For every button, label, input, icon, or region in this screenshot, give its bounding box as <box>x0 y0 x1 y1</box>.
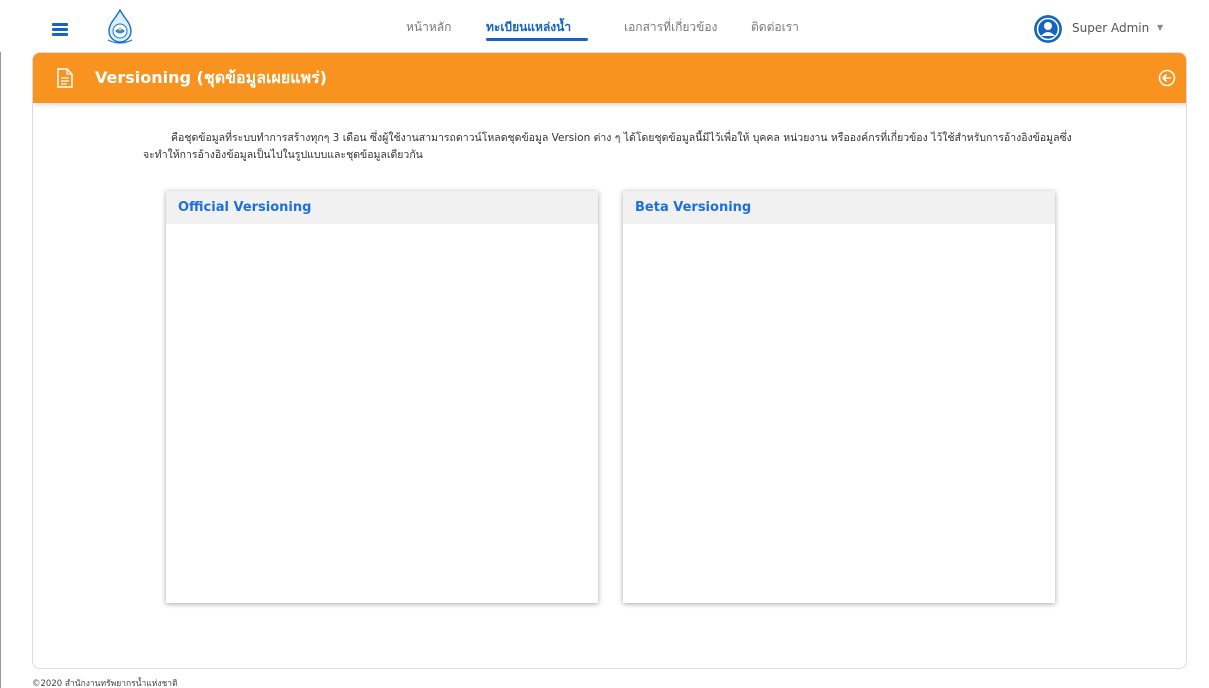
nav-link-documents[interactable]: เอกสารที่เกี่ยวข้อง <box>624 18 717 37</box>
intro-description: คือชุดข้อมูลที่ระบบทำการสร้างทุกๆ 3 เดือ… <box>143 132 1072 161</box>
official-versioning-title: Official Versioning <box>178 200 312 215</box>
nav-link-home[interactable]: หน้าหลัก <box>406 18 451 37</box>
beta-versioning-title: Beta Versioning <box>635 200 752 215</box>
panel-header: Official Versioning <box>166 191 598 224</box>
official-versioning-panel: Official Versioning <box>166 191 598 603</box>
footer-copyright: ©2020 สำนักงานทรัพยากรน้ำแห่งชาติ <box>32 679 178 688</box>
caret-down-icon: ▼ <box>1157 23 1164 32</box>
circle-arrow-left-icon[interactable] <box>1158 69 1176 87</box>
nav-link-water-registry[interactable]: ทะเบียนแหล่งน้ำ <box>486 18 571 37</box>
page-title: Versioning (ชุดข้อมูลเผยแพร่) <box>95 68 327 87</box>
user-name: Super Admin <box>1072 21 1150 35</box>
versioning-card: Versioning (ชุดข้อมูลเผยแพร่) คือชุดข้อม… <box>32 52 1187 669</box>
beta-versioning-panel: Beta Versioning <box>623 191 1055 603</box>
user-avatar-icon <box>1034 15 1062 43</box>
panel-header: Beta Versioning <box>623 191 1055 224</box>
top-navbar: หน้าหลัก ทะเบียนแหล่งน้ำ เอกสารที่เกี่ยว… <box>0 0 1209 52</box>
main-nav: หน้าหลัก ทะเบียนแหล่งน้ำ เอกสารที่เกี่ยว… <box>0 0 1209 52</box>
active-tab-indicator <box>486 38 588 41</box>
nav-link-contact[interactable]: ติดต่อเรา <box>751 18 799 37</box>
document-icon <box>57 68 73 88</box>
card-header: Versioning (ชุดข้อมูลเผยแพร่) <box>33 53 1186 103</box>
